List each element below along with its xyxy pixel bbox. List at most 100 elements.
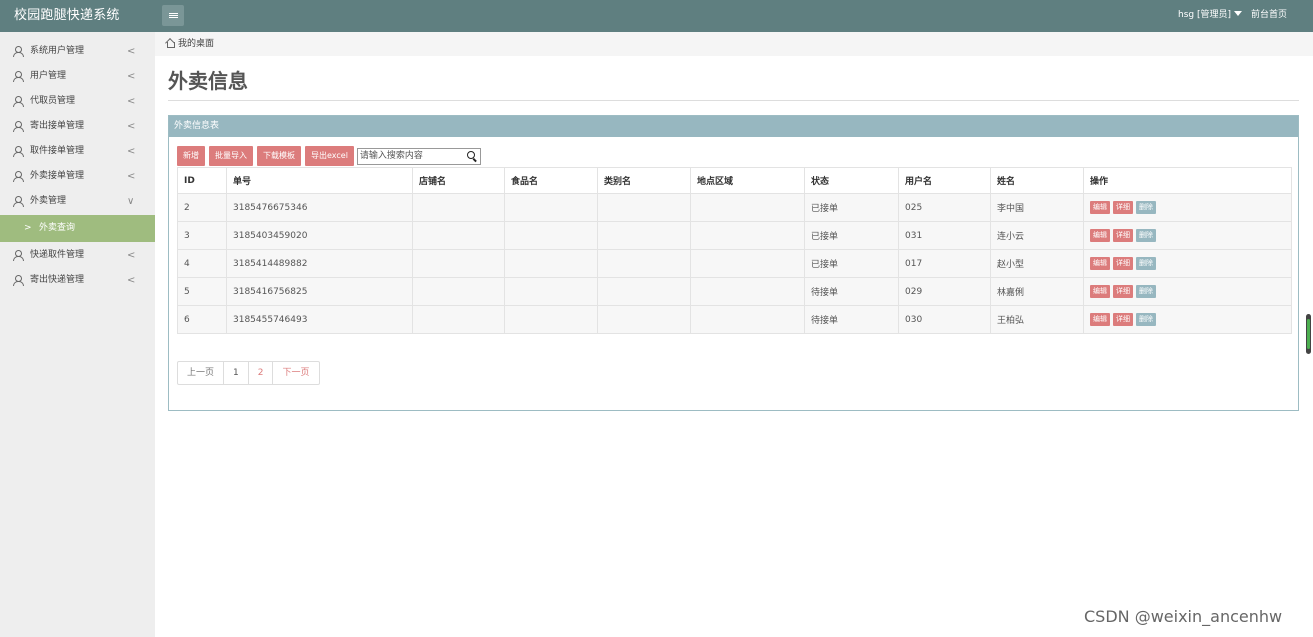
watermark: CSDN @weixin_ancenhw — [1084, 607, 1283, 626]
detail-button[interactable]: 详细 — [1113, 313, 1133, 326]
chevron-right-icon: > — [24, 223, 32, 233]
user-icon — [13, 71, 24, 82]
user-icon — [13, 196, 24, 207]
add-button[interactable]: 新增 — [177, 146, 205, 166]
batch-import-button[interactable]: 批量导入 — [209, 146, 253, 166]
caret-down-icon — [1234, 11, 1242, 16]
table-row: 3 3185403459020 已接单 031 连小云 编辑 详细 删除 — [177, 221, 1292, 250]
page-2-button[interactable]: 2 — [249, 362, 274, 384]
table-row: 6 3185455746493 待接单 030 王柏弘 编辑 详细 删除 — [177, 305, 1292, 334]
sidebar-item-label: 外卖管理 — [30, 196, 67, 206]
divider — [168, 100, 1299, 101]
delete-button[interactable]: 删除 — [1136, 201, 1156, 214]
cell-area — [690, 221, 805, 250]
user-icon — [13, 171, 24, 182]
edit-button[interactable]: 编辑 — [1090, 313, 1110, 326]
cell-ops: 编辑 详细 删除 — [1083, 249, 1292, 278]
user-menu[interactable]: hsg [管理员] — [1178, 0, 1242, 32]
sidebar-subitem-takeout-query[interactable]: > 外卖查询 — [0, 215, 155, 242]
cell-id: 3 — [177, 221, 227, 250]
cell-category — [597, 249, 691, 278]
sidebar-item-pickup-orders[interactable]: 取件接单管理 < — [0, 139, 155, 164]
edit-button[interactable]: 编辑 — [1090, 201, 1110, 214]
cell-status: 已接单 — [804, 193, 899, 222]
edit-button[interactable]: 编辑 — [1090, 285, 1110, 298]
delete-button[interactable]: 删除 — [1136, 257, 1156, 270]
search-input[interactable] — [357, 148, 463, 164]
cell-name: 连小云 — [990, 221, 1084, 250]
sidebar-item-express-send[interactable]: 寄出快递管理 < — [0, 268, 155, 293]
column-header: 食品名 — [504, 167, 598, 194]
sidebar-item-label: 取件接单管理 — [30, 146, 85, 156]
sidebar-item-users[interactable]: 用户管理 < — [0, 64, 155, 89]
column-header: 状态 — [804, 167, 899, 194]
delete-button[interactable]: 删除 — [1136, 285, 1156, 298]
edit-button[interactable]: 编辑 — [1090, 229, 1110, 242]
search-box — [356, 147, 481, 165]
cell-area — [690, 249, 805, 278]
detail-button[interactable]: 详细 — [1113, 285, 1133, 298]
cell-ops: 编辑 详细 删除 — [1083, 305, 1292, 334]
cell-category — [597, 277, 691, 306]
cell-food — [504, 305, 598, 334]
export-excel-button[interactable]: 导出excel — [305, 146, 354, 166]
page-1-button[interactable]: 1 — [224, 362, 249, 384]
detail-button[interactable]: 详细 — [1113, 257, 1133, 270]
sidebar-item-express-pickup[interactable]: 快递取件管理 < — [0, 243, 155, 268]
toolbar: 新增 批量导入 下载模板 导出excel — [177, 146, 481, 166]
sidebar-item-system-users[interactable]: 系统用户管理 < — [0, 39, 155, 64]
cell-category — [597, 221, 691, 250]
detail-button[interactable]: 详细 — [1113, 229, 1133, 242]
page-title: 外卖信息 — [168, 69, 248, 93]
cell-name: 林嘉俐 — [990, 277, 1084, 306]
search-icon[interactable] — [466, 150, 476, 160]
cell-name: 赵小型 — [990, 249, 1084, 278]
chevron-left-icon: < — [127, 121, 136, 132]
table-row: 5 3185416756825 待接单 029 林嘉俐 编辑 详细 删除 — [177, 277, 1292, 306]
next-page-button[interactable]: 下一页 — [273, 362, 318, 384]
user-icon — [13, 275, 24, 286]
prev-page-button[interactable]: 上一页 — [178, 362, 225, 384]
hamburger-icon — [168, 13, 178, 18]
cell-order: 3185403459020 — [226, 221, 413, 250]
sidebar-item-takeout[interactable]: 外卖管理 ∨ — [0, 189, 155, 214]
sidebar-item-takeout-orders[interactable]: 外卖接单管理 < — [0, 164, 155, 189]
sidebar-item-label: 寄出快递管理 — [30, 275, 85, 285]
edit-button[interactable]: 编辑 — [1090, 257, 1110, 270]
sidebar-item-label: 快递取件管理 — [30, 250, 85, 260]
cell-username: 025 — [898, 193, 991, 222]
cell-id: 6 — [177, 305, 227, 334]
cell-food — [504, 221, 598, 250]
sidebar-item-send-orders[interactable]: 寄出接单管理 < — [0, 114, 155, 139]
chevron-left-icon: < — [127, 96, 136, 107]
cell-area — [690, 277, 805, 306]
sidebar-item-couriers[interactable]: 代取员管理 < — [0, 89, 155, 114]
cell-id: 2 — [177, 193, 227, 222]
cell-order: 3185416756825 — [226, 277, 413, 306]
column-header: ID — [177, 167, 227, 194]
cell-status: 已接单 — [804, 249, 899, 278]
scroll-indicator[interactable] — [1306, 314, 1311, 354]
sidebar-item-label: 寄出接单管理 — [30, 121, 85, 131]
top-bar: 校园跑腿快递系统 hsg [管理员] 前台首页 — [0, 0, 1313, 32]
cell-username: 017 — [898, 249, 991, 278]
cell-food — [504, 193, 598, 222]
cell-shop — [412, 277, 505, 306]
column-header: 操作 — [1083, 167, 1292, 194]
download-template-button[interactable]: 下载模板 — [257, 146, 301, 166]
delete-button[interactable]: 删除 — [1136, 229, 1156, 242]
cell-food — [504, 277, 598, 306]
menu-toggle-button[interactable] — [162, 5, 184, 26]
cell-username: 029 — [898, 277, 991, 306]
home-icon — [165, 38, 175, 48]
delete-button[interactable]: 删除 — [1136, 313, 1156, 326]
cell-ops: 编辑 详细 删除 — [1083, 193, 1292, 222]
front-home-link[interactable]: 前台首页 — [1251, 0, 1287, 32]
breadcrumb-home[interactable]: 我的桌面 — [178, 39, 214, 49]
sidebar: 系统用户管理 < 用户管理 < 代取员管理 < 寄出接单管理 < 取件接单管理 < 外卖接… — [0, 32, 155, 637]
detail-button[interactable]: 详细 — [1113, 201, 1133, 214]
cell-status: 待接单 — [804, 277, 899, 306]
breadcrumb: 我的桌面 — [155, 32, 1313, 56]
chevron-left-icon: < — [127, 46, 136, 57]
cell-name: 李中国 — [990, 193, 1084, 222]
